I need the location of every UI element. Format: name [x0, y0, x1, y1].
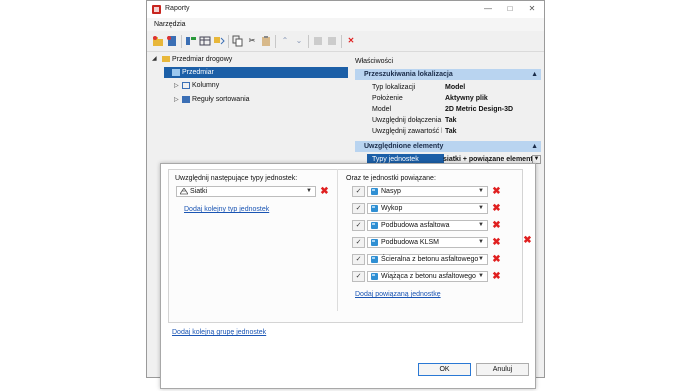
- cube-icon: [371, 222, 378, 229]
- section-included-elements[interactable]: Uwzględnione elementy ▲: [355, 141, 541, 152]
- related-checkbox[interactable]: ✓: [352, 203, 365, 214]
- tree-item-sort-rules[interactable]: Reguły sortowania: [182, 94, 250, 105]
- related-checkbox[interactable]: ✓: [352, 237, 365, 248]
- related-combo[interactable]: Podbudowa KLSM ▼: [367, 237, 488, 248]
- add-related-link[interactable]: Dodaj powiązaną jednostkę: [355, 291, 441, 298]
- entity-types-dialog: Uwzględnij następujące typy jednostek: S…: [160, 163, 536, 389]
- columns-icon: [182, 81, 190, 89]
- delete-group-icon[interactable]: ✖: [523, 236, 532, 246]
- report-icon: [172, 68, 180, 76]
- related-combo[interactable]: Wiążąca z betonu asfaltowego ▼: [367, 271, 488, 282]
- expand-arrow-icon[interactable]: ▷: [174, 96, 179, 103]
- collapse-chevron-icon[interactable]: ▲: [531, 141, 538, 152]
- import-icon[interactable]: [312, 35, 324, 47]
- property-row[interactable]: Model 2D Metric Design-3D: [355, 104, 541, 115]
- cube-icon: [371, 239, 378, 246]
- cut-icon[interactable]: ✂: [246, 35, 258, 47]
- section-search-location[interactable]: Przeszukiwania lokalizacja ▲: [355, 69, 541, 80]
- delete-related-icon[interactable]: ✖: [492, 187, 501, 197]
- export-icon[interactable]: [326, 35, 338, 47]
- menu-bar: Narzędzia: [147, 18, 544, 31]
- minimize-icon[interactable]: —: [479, 3, 497, 15]
- folder-icon: [162, 56, 170, 63]
- dropdown-caret-icon: ▼: [478, 205, 484, 211]
- new-report-icon[interactable]: [166, 35, 178, 47]
- collapse-chevron-icon[interactable]: ▲: [531, 69, 538, 80]
- dropdown-caret-icon: ▼: [306, 188, 312, 194]
- cube-icon: [371, 256, 378, 263]
- dropdown-caret-icon: ▼: [478, 239, 484, 245]
- add-entity-type-link[interactable]: Dodaj kolejny typ jednostek: [184, 206, 269, 213]
- properties-panel: Właściwości Przeszukiwania lokalizacja ▲…: [353, 57, 541, 179]
- related-entities-label: Oraz te jednostki powiązane:: [346, 175, 436, 182]
- table-icon[interactable]: [199, 35, 211, 47]
- related-checkbox[interactable]: ✓: [352, 254, 365, 265]
- add-column-icon[interactable]: [185, 35, 197, 47]
- properties-title: Właściwości: [355, 58, 394, 65]
- dropdown-caret-icon: ▼: [478, 222, 484, 228]
- copy-icon[interactable]: [232, 35, 244, 47]
- property-row[interactable]: Typ lokalizacji Model: [355, 82, 541, 93]
- sort-rules-icon: [182, 95, 190, 103]
- mesh-icon: [180, 188, 188, 195]
- entity-type-combo[interactable]: Siatki ▼: [176, 186, 316, 197]
- related-combo[interactable]: Nasyp ▼: [367, 186, 488, 197]
- move-down-icon[interactable]: ⌄: [293, 35, 305, 47]
- maximize-icon[interactable]: □: [501, 3, 519, 15]
- sort-icon[interactable]: [213, 35, 225, 47]
- property-row[interactable]: Położenie Aktywny plik: [355, 93, 541, 104]
- toolbar: ✂ ⌃ ⌄ ✕: [147, 32, 544, 52]
- window-title: Raporty: [165, 5, 190, 12]
- delete-related-icon[interactable]: ✖: [492, 255, 501, 265]
- property-row[interactable]: Uwzględnij zawartość korTak: [355, 126, 541, 137]
- related-checkbox[interactable]: ✓: [352, 220, 365, 231]
- cancel-button[interactable]: Anuluj: [476, 363, 529, 376]
- dropdown-caret-icon: ▼: [478, 188, 484, 194]
- entity-types-label: Uwzględnij następujące typy jednostek:: [175, 175, 298, 182]
- title-bar: Raporty — □ ✕: [147, 1, 544, 18]
- tree-item-root[interactable]: Przedmiar drogowy: [162, 54, 232, 65]
- delete-entity-type-icon[interactable]: ✖: [320, 187, 329, 197]
- delete-related-icon[interactable]: ✖: [492, 221, 501, 231]
- cube-icon: [371, 188, 378, 195]
- menu-tools[interactable]: Narzędzia: [154, 21, 186, 28]
- close-icon[interactable]: ✕: [523, 3, 541, 15]
- related-combo[interactable]: Ścieralna z betonu asfaltowego ▼: [367, 254, 488, 265]
- collapse-arrow-icon[interactable]: ◢: [152, 55, 157, 62]
- property-row[interactable]: Uwzględnij dołączenia ocTak: [355, 115, 541, 126]
- delete-icon[interactable]: ✕: [345, 35, 357, 47]
- related-combo[interactable]: Wykop ▼: [367, 203, 488, 214]
- cube-icon: [371, 273, 378, 280]
- app-icon: [152, 5, 161, 14]
- ok-button[interactable]: OK: [418, 363, 471, 376]
- related-combo[interactable]: Podbudowa asfaltowa ▼: [367, 220, 488, 231]
- move-up-icon[interactable]: ⌃: [279, 35, 291, 47]
- delete-related-icon[interactable]: ✖: [492, 238, 501, 248]
- delete-related-icon[interactable]: ✖: [492, 204, 501, 214]
- expand-arrow-icon[interactable]: ▷: [174, 82, 179, 89]
- new-folder-icon[interactable]: [152, 35, 164, 47]
- add-group-link[interactable]: Dodaj kolejną grupę jednostek: [172, 329, 266, 336]
- delete-related-icon[interactable]: ✖: [492, 272, 501, 282]
- tree-item-columns[interactable]: Kolumny: [182, 80, 219, 91]
- dropdown-caret-icon: ▼: [478, 256, 484, 262]
- tree-item-przedmiar[interactable]: Przedmiar: [172, 67, 214, 78]
- related-checkbox[interactable]: ✓: [352, 271, 365, 282]
- related-checkbox[interactable]: ✓: [352, 186, 365, 197]
- paste-icon[interactable]: [260, 35, 272, 47]
- cube-icon: [371, 205, 378, 212]
- dropdown-caret-icon: ▼: [478, 273, 484, 279]
